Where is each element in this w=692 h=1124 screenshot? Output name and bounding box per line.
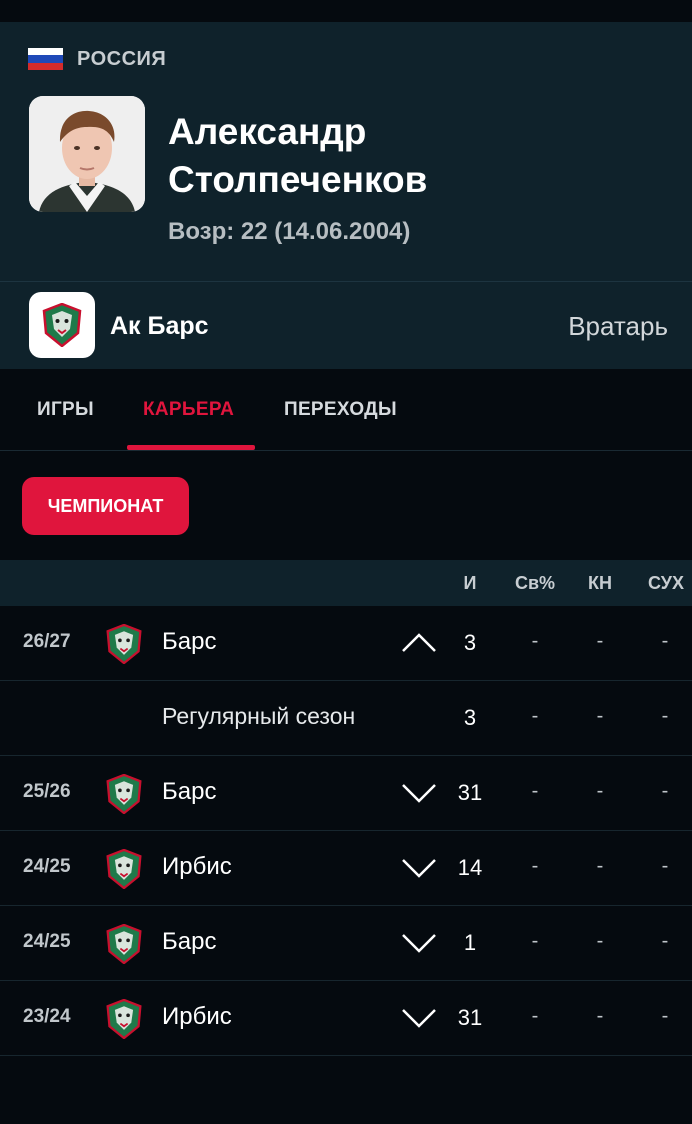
club-name: Барс [162, 628, 217, 655]
club-logo-icon [105, 923, 143, 965]
save-percent-value: - [531, 855, 539, 877]
club-name: Ирбис [162, 1003, 232, 1030]
russia-flag-icon [28, 48, 63, 70]
header-shutouts: СУХ [648, 573, 684, 593]
games-value: 14 [457, 855, 483, 880]
chevron-down-icon[interactable] [400, 780, 438, 806]
games-value: 1 [463, 930, 477, 955]
save-percent-value: - [531, 705, 539, 727]
tab-bar: ИГРЫ КАРЬЕРА ПЕРЕХОДЫ [0, 369, 692, 451]
club-logo-icon [105, 773, 143, 815]
chevron-down-icon[interactable] [400, 855, 438, 881]
season-label: 23/24 [23, 1006, 71, 1027]
games-value: 31 [457, 1005, 483, 1030]
shutouts-value: - [661, 855, 669, 877]
team-name: Ак Барс [110, 312, 209, 340]
season-label: 24/25 [23, 856, 71, 877]
club-logo-icon [105, 998, 143, 1040]
kn-value: - [596, 630, 604, 652]
team-row[interactable]: Ак Барс Вратарь [0, 281, 692, 369]
chevron-down-icon[interactable] [400, 930, 438, 956]
header-games: И [463, 573, 477, 593]
active-tab-indicator [127, 445, 255, 450]
player-age: Возр: 22 (14.06.2004) [168, 218, 411, 245]
kn-value: - [596, 780, 604, 802]
table-row[interactable]: 23/24 Ирбис 31 - - - [0, 981, 692, 1056]
header-kn: КН [588, 573, 612, 593]
table-row[interactable]: 24/25 Ирбис 14 - - - [0, 831, 692, 906]
table-row[interactable]: 25/26 Барс 31 - - - [0, 756, 692, 831]
table-row[interactable]: 24/25 Барс 1 - - - [0, 906, 692, 981]
country-row[interactable]: РОССИЯ [28, 48, 166, 70]
tab-transfers[interactable]: ПЕРЕХОДЫ [284, 399, 397, 421]
kn-value: - [596, 1005, 604, 1027]
kn-value: - [596, 705, 604, 727]
header-save-percent: Св% [514, 573, 556, 593]
games-value: 3 [463, 630, 477, 655]
chevron-down-icon[interactable] [400, 1005, 438, 1031]
club-logo-icon [105, 848, 143, 890]
championship-filter-button[interactable]: ЧЕМПИОНАТ [22, 477, 189, 535]
stage-name: Регулярный сезон [162, 703, 356, 729]
games-value: 3 [463, 705, 477, 730]
shutouts-value: - [661, 630, 669, 652]
save-percent-value: - [531, 930, 539, 952]
country-name: РОССИЯ [77, 47, 167, 70]
table-header: И Св% КН СУХ [0, 560, 692, 606]
save-percent-value: - [531, 1005, 539, 1027]
status-strip [0, 0, 692, 22]
kn-value: - [596, 855, 604, 877]
season-label: 25/26 [23, 781, 71, 802]
player-name: Александр Столпеченков [168, 108, 427, 204]
games-value: 31 [457, 780, 483, 805]
season-label: 26/27 [23, 631, 71, 652]
table-subrow[interactable]: Регулярный сезон 3 - - - [0, 681, 692, 756]
season-label: 24/25 [23, 931, 71, 952]
save-percent-value: - [531, 630, 539, 652]
player-name-line1: Александр [168, 111, 367, 152]
tab-career[interactable]: КАРЬЕРА [143, 399, 234, 421]
player-name-line2: Столпеченков [168, 159, 428, 200]
kn-value: - [596, 930, 604, 952]
table-row[interactable]: 26/27 Барс 3 - - - [0, 606, 692, 681]
save-percent-value: - [531, 780, 539, 802]
player-photo [29, 96, 145, 212]
shutouts-value: - [661, 930, 669, 952]
filter-area: ЧЕМПИОНАТ [0, 452, 692, 560]
player-position: Вратарь [568, 311, 668, 341]
shutouts-value: - [661, 1005, 669, 1027]
club-name: Ирбис [162, 853, 232, 880]
chevron-up-icon[interactable] [400, 630, 438, 656]
ak-bars-logo-icon [42, 303, 82, 347]
shutouts-value: - [661, 780, 669, 802]
tab-games[interactable]: ИГРЫ [37, 399, 94, 421]
shutouts-value: - [661, 705, 669, 727]
player-header: РОССИЯ Александр Столпеченков Возр: 22 (… [0, 22, 692, 281]
club-name: Барс [162, 928, 217, 955]
club-name: Барс [162, 778, 217, 805]
team-logo [29, 292, 95, 358]
club-logo-icon [105, 623, 143, 665]
